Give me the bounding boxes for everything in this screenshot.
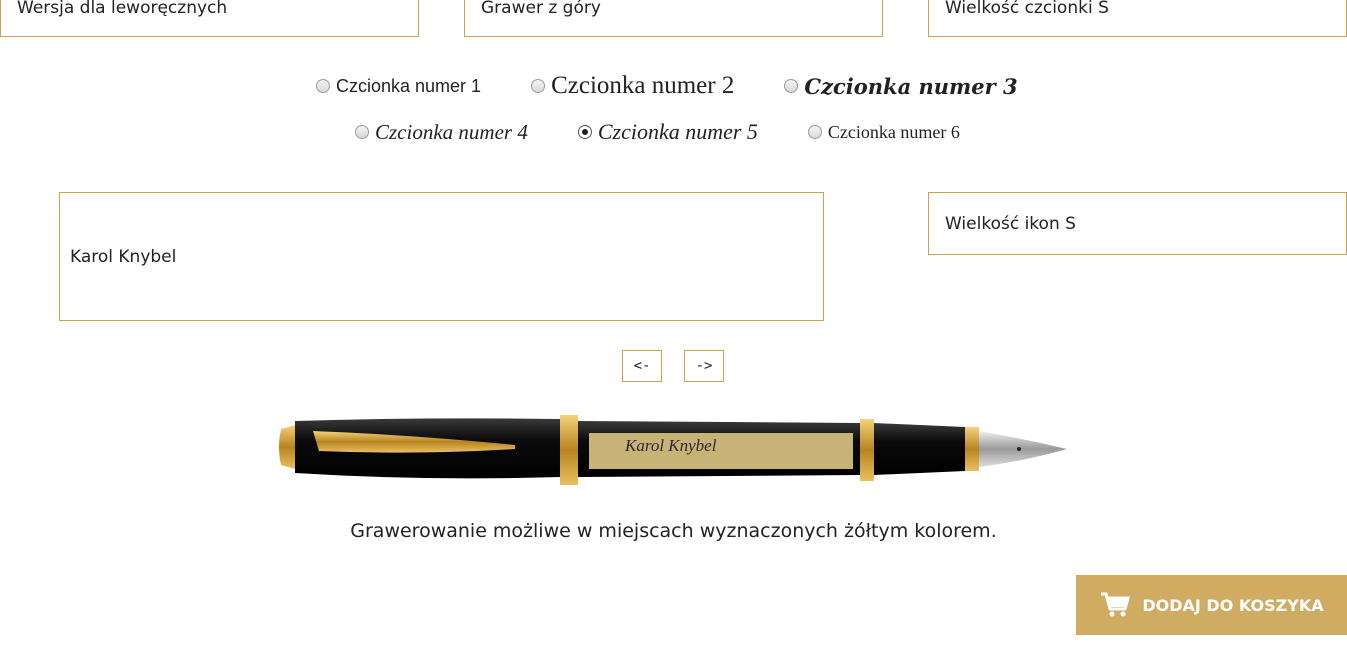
font-4-label: Czcionka numer 4	[375, 119, 528, 144]
font-5-radio[interactable]	[577, 125, 592, 139]
engraving-caption: Grawerowanie możliwe w miejscach wyznacz…	[350, 520, 997, 542]
icon-size-label: Wielkość ikon S	[945, 213, 1076, 234]
font-1-radio[interactable]	[316, 79, 330, 93]
icon-size-select[interactable]: Wielkość ikon S	[928, 192, 1347, 255]
cart-icon	[1100, 592, 1131, 618]
prev-button[interactable]: <-	[622, 350, 662, 382]
pen-engraving-preview: Karol Knybel	[625, 436, 717, 455]
font-size-select[interactable]: Wielkość czcionki S	[928, 0, 1347, 37]
font-option-5[interactable]: Czcionka numer 5	[577, 119, 758, 145]
font-size-label: Wielkość czcionki S	[945, 0, 1109, 18]
font-option-1[interactable]: Czcionka numer 1	[316, 76, 481, 97]
font-3-radio[interactable]	[784, 79, 799, 93]
top-engraving-select[interactable]: Grawer z góry	[464, 0, 883, 37]
font-2-label: Czcionka numer 2	[551, 72, 735, 99]
top-engraving-label: Grawer z góry	[481, 0, 601, 18]
font-option-4[interactable]: Czcionka numer 4	[355, 120, 528, 145]
font-options-row-2: Czcionka numer 4 Czcionka numer 5 Czcion…	[355, 119, 960, 145]
font-options-row-1: Czcionka numer 1 Czcionka numer 2 Czcion…	[316, 72, 1018, 100]
font-option-2[interactable]: Czcionka numer 2	[531, 72, 734, 100]
next-button[interactable]: ->	[684, 350, 724, 382]
font-5-label: Czcionka numer 5	[597, 119, 758, 144]
add-to-cart-button[interactable]: DODAJ DO KOSZYKA	[1076, 575, 1347, 635]
add-to-cart-label: DODAJ DO KOSZYKA	[1142, 595, 1324, 615]
font-3-label: Czcionka numer 3	[804, 73, 1018, 99]
font-2-radio[interactable]	[531, 79, 546, 93]
left-handed-select[interactable]: Wersja dla leworęcznych	[0, 0, 419, 37]
font-option-6[interactable]: Czcionka numer 6	[807, 121, 960, 143]
font-1-label: Czcionka numer 1	[336, 75, 482, 96]
engraving-text-input[interactable]: Karol Knybel	[59, 192, 824, 321]
engraving-text-value: Karol Knybel	[70, 246, 177, 267]
font-option-3[interactable]: Czcionka numer 3	[784, 73, 1018, 99]
font-4-radio[interactable]	[355, 125, 369, 139]
font-6-radio[interactable]	[807, 125, 822, 139]
font-6-label: Czcionka numer 6	[827, 121, 960, 142]
left-handed-label: Wersja dla leworęcznych	[17, 0, 228, 18]
